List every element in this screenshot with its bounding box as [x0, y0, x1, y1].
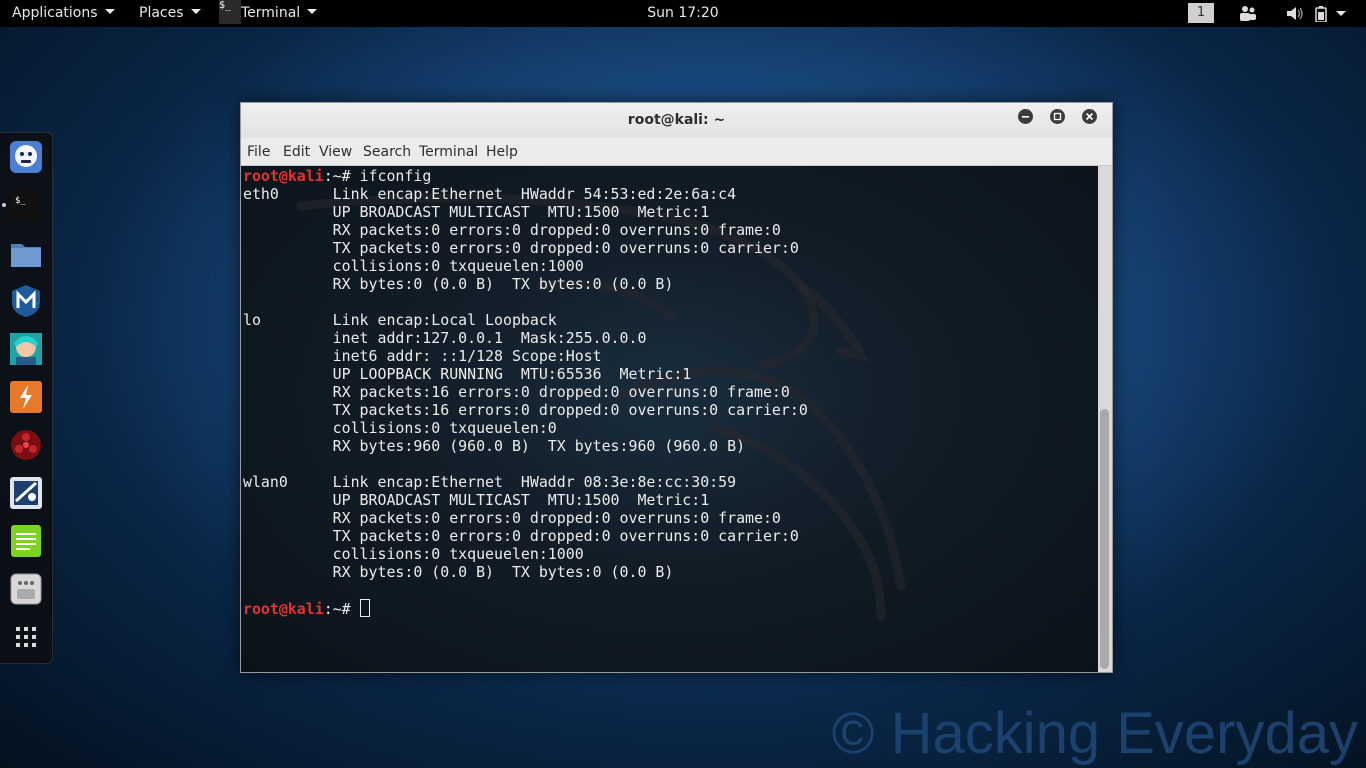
terminal-app-label: Terminal [241, 5, 301, 21]
clock[interactable]: Sun 17:20 [0, 0, 1366, 27]
faraday-icon[interactable] [8, 427, 44, 463]
metasploit-icon[interactable] [8, 283, 44, 319]
menu-terminal[interactable]: Terminal [419, 138, 478, 166]
maximize-icon [1053, 112, 1062, 121]
watermark-text: © Hacking Everyday [831, 701, 1358, 766]
terminal-scrollbar[interactable] [1098, 166, 1112, 672]
leafpad-icon[interactable] [8, 523, 44, 559]
workspace-indicator[interactable]: 1 [1188, 3, 1214, 23]
menu-edit[interactable]: Edit [283, 138, 310, 166]
text-cursor [359, 599, 370, 617]
minimize-button[interactable] [1018, 109, 1033, 124]
menu-file[interactable]: File [247, 138, 270, 166]
terminal-text: root@kali:~# ifconfig eth0 Link encap:Et… [243, 167, 808, 618]
prompt-path: :~# [323, 600, 360, 618]
settings-icon[interactable] [8, 571, 44, 607]
files-icon[interactable] [8, 235, 44, 271]
menu-view[interactable]: View [319, 138, 352, 166]
chevron-down-icon [307, 9, 318, 14]
battery-power-icon[interactable] [1314, 5, 1332, 22]
terminal-icon: $_ [219, 0, 241, 24]
ifconfig-output: eth0 Link encap:Ethernet HWaddr 54:53:ed… [243, 185, 808, 581]
users-icon[interactable] [1239, 5, 1257, 22]
scrollbar-thumb[interactable] [1100, 409, 1109, 669]
close-button[interactable] [1082, 109, 1097, 124]
terminal-icon[interactable]: $_ [8, 187, 44, 223]
terminal-window[interactable]: root@kali: ~ File Edit View Search Termi… [240, 102, 1113, 673]
top-bar: Applications Places Sun 17:20 $_ Terminal… [0, 0, 1366, 27]
svg-text:$_: $_ [15, 196, 26, 206]
window-titlebar[interactable]: root@kali: ~ [241, 103, 1112, 138]
armitage-icon[interactable] [8, 331, 44, 367]
menu-search[interactable]: Search [363, 138, 411, 166]
chevron-down-icon[interactable] [1336, 11, 1346, 16]
prompt-user: root@kali [243, 600, 324, 618]
prompt-user: root@kali [243, 167, 324, 185]
minimize-icon [1022, 116, 1029, 118]
terminal-menubar: File Edit View Search Terminal Help [241, 138, 1112, 166]
menu-help[interactable]: Help [486, 138, 518, 166]
maltego-icon[interactable] [8, 475, 44, 511]
terminal-output-area[interactable]: root@kali:~# ifconfig eth0 Link encap:Et… [241, 166, 1098, 672]
show-apps-icon[interactable] [8, 619, 44, 655]
dock: $_ [0, 132, 53, 664]
kali-dragon-icon[interactable] [8, 139, 44, 175]
window-title: root@kali: ~ [627, 112, 726, 128]
burpsuite-icon[interactable] [8, 379, 44, 415]
close-icon [1085, 112, 1094, 121]
prompt-path: :~# [323, 167, 360, 185]
terminal-command: ifconfig [359, 167, 432, 185]
terminal-app-menu[interactable]: $_ Terminal [219, 0, 318, 27]
running-indicator [2, 203, 6, 207]
volume-icon[interactable] [1286, 5, 1304, 22]
maximize-button[interactable] [1050, 109, 1065, 124]
